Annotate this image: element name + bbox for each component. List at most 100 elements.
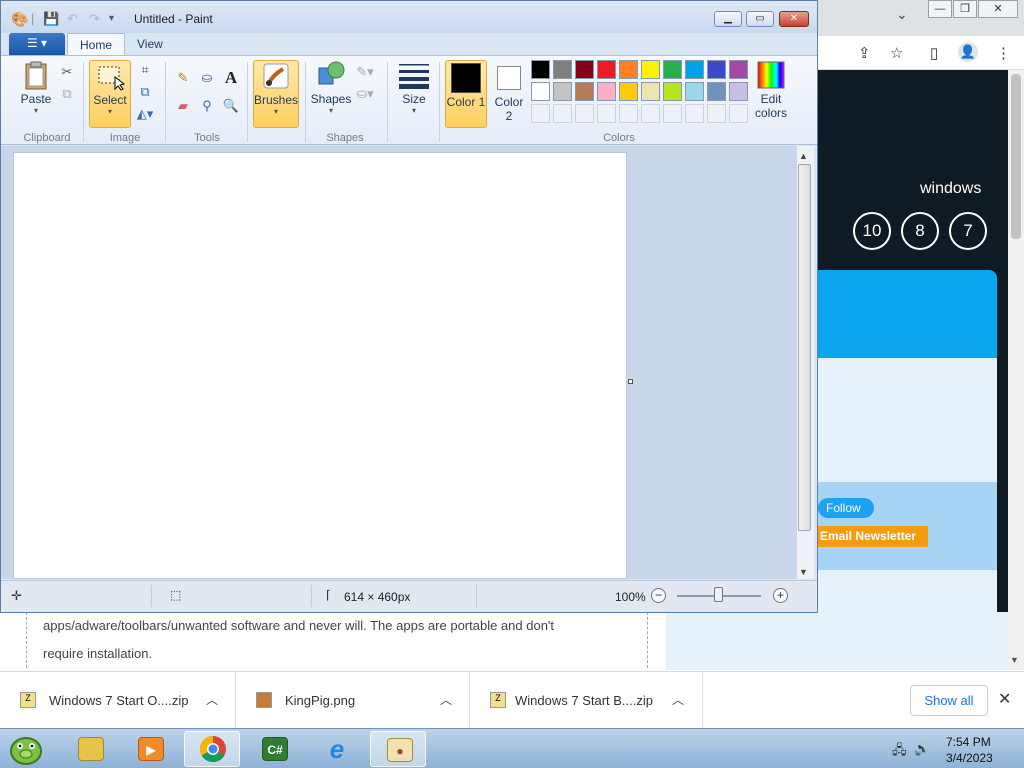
- custom-color-slot[interactable]: [641, 104, 660, 123]
- resize-icon[interactable]: ⧉: [135, 82, 155, 102]
- custom-color-slot[interactable]: [729, 104, 748, 123]
- palette-color-swatch[interactable]: [641, 82, 660, 101]
- select-button[interactable]: Select ▾: [89, 60, 131, 128]
- palette-color-swatch[interactable]: [707, 60, 726, 79]
- scroll-down-arrow-icon[interactable]: ▼: [799, 567, 808, 577]
- download-item[interactable]: KingPig.png ︿: [236, 672, 470, 729]
- custom-color-slot[interactable]: [619, 104, 638, 123]
- cut-icon[interactable]: ✂: [57, 62, 77, 82]
- show-all-downloads-button[interactable]: Show all: [910, 685, 988, 716]
- save-icon[interactable]: 💾: [43, 11, 59, 27]
- custom-color-slot[interactable]: [531, 104, 550, 123]
- palette-color-swatch[interactable]: [729, 60, 748, 79]
- clock-date[interactable]: 3/4/2023: [946, 751, 993, 765]
- palette-color-swatch[interactable]: [685, 82, 704, 101]
- palette-color-swatch[interactable]: [531, 60, 550, 79]
- paint-menu-button[interactable]: ☰ ▾: [9, 33, 65, 55]
- browser-restore-button[interactable]: ❐: [953, 0, 977, 18]
- chevron-up-icon[interactable]: ︿: [672, 691, 684, 708]
- taskbar-media-player-button[interactable]: ▶: [122, 731, 178, 767]
- scroll-down-arrow-icon[interactable]: ▼: [1010, 655, 1019, 665]
- bookmark-star-icon[interactable]: ☆: [890, 44, 903, 62]
- edit-colors-button[interactable]: Edit colors: [753, 60, 789, 120]
- start-button[interactable]: [6, 731, 46, 767]
- palette-color-swatch[interactable]: [553, 60, 572, 79]
- scroll-up-arrow-icon[interactable]: ▲: [799, 151, 808, 161]
- palette-color-swatch[interactable]: [597, 60, 616, 79]
- crop-icon[interactable]: ⌗: [135, 60, 155, 80]
- download-item[interactable]: Z Windows 7 Start O....zip ︿: [0, 672, 236, 729]
- email-newsletter-button[interactable]: Email Newsletter: [818, 526, 928, 547]
- palette-color-swatch[interactable]: [575, 82, 594, 101]
- palette-color-swatch[interactable]: [663, 82, 682, 101]
- tab-home[interactable]: Home: [67, 33, 126, 55]
- custom-color-slot[interactable]: [707, 104, 726, 123]
- pencil-icon[interactable]: ✎: [173, 68, 193, 88]
- drawing-canvas[interactable]: [13, 152, 627, 579]
- chevron-up-icon[interactable]: ︿: [206, 691, 218, 708]
- tab-view[interactable]: View: [125, 33, 175, 55]
- network-icon[interactable]: 🖧: [892, 741, 907, 763]
- size-button[interactable]: Size ▾: [395, 60, 433, 115]
- taskbar-chrome-button[interactable]: [184, 731, 240, 767]
- brushes-button[interactable]: Brushes ▾: [253, 60, 299, 128]
- volume-icon[interactable]: 🔊: [914, 741, 930, 757]
- custom-color-slot[interactable]: [597, 104, 616, 123]
- redo-icon[interactable]: ↷: [89, 11, 100, 27]
- clock-time[interactable]: 7:54 PM: [946, 735, 991, 749]
- palette-color-swatch[interactable]: [685, 60, 704, 79]
- share-icon[interactable]: ⇪: [858, 44, 871, 62]
- canvas-resize-handle[interactable]: [628, 379, 633, 384]
- palette-color-swatch[interactable]: [729, 82, 748, 101]
- text-tool-icon[interactable]: A: [221, 68, 241, 88]
- profile-avatar-icon[interactable]: 👤: [958, 42, 978, 62]
- palette-color-swatch[interactable]: [597, 82, 616, 101]
- side-panel-icon[interactable]: ▯: [930, 44, 938, 62]
- custom-color-slot[interactable]: [553, 104, 572, 123]
- browser-minimize-button[interactable]: —: [928, 0, 952, 18]
- palette-color-swatch[interactable]: [531, 82, 550, 101]
- palette-color-swatch[interactable]: [663, 60, 682, 79]
- custom-color-slot[interactable]: [685, 104, 704, 123]
- browser-scrollbar-thumb[interactable]: [1011, 74, 1021, 239]
- canvas-scrollbar-thumb[interactable]: [798, 164, 811, 531]
- download-item[interactable]: Z Windows 7 Start B....zip ︿: [470, 672, 703, 729]
- paste-button[interactable]: Paste ▾: [17, 60, 55, 115]
- palette-color-swatch[interactable]: [553, 82, 572, 101]
- magnifier-icon[interactable]: 🔍: [221, 96, 241, 116]
- custom-color-slot[interactable]: [575, 104, 594, 123]
- undo-icon[interactable]: ↶: [67, 11, 78, 27]
- version-10-link[interactable]: 10: [853, 212, 891, 250]
- zoom-out-button[interactable]: −: [651, 588, 666, 603]
- palette-color-swatch[interactable]: [619, 82, 638, 101]
- browser-close-button[interactable]: ✕: [978, 0, 1018, 18]
- tab-search-chevron-icon[interactable]: ⌄: [896, 6, 908, 23]
- taskbar-paint-button[interactable]: ●: [370, 731, 426, 767]
- paint-titlebar[interactable]: 🎨 | 💾 ↶ ↷ ▾ Untitled - Paint ▁ ▭ ✕: [1, 1, 817, 33]
- rotate-icon[interactable]: ◭▾: [135, 104, 155, 124]
- copy-icon[interactable]: ⧉: [57, 84, 77, 104]
- zoom-in-button[interactable]: +: [773, 588, 788, 603]
- taskbar-explorer-button[interactable]: [62, 731, 118, 767]
- chrome-menu-icon[interactable]: ⋮: [996, 44, 1011, 62]
- taskbar-csharp-button[interactable]: C#: [246, 731, 302, 767]
- fill-bucket-icon[interactable]: ⛀: [197, 68, 217, 88]
- shapes-button[interactable]: Shapes ▾: [309, 60, 353, 115]
- follow-button[interactable]: Follow: [818, 498, 874, 518]
- taskbar-ie-button[interactable]: e: [308, 731, 364, 767]
- paint-maximize-button[interactable]: ▭: [746, 11, 774, 27]
- custom-color-slot[interactable]: [663, 104, 682, 123]
- color2-button[interactable]: Color 2: [491, 60, 527, 123]
- palette-color-swatch[interactable]: [707, 82, 726, 101]
- palette-color-swatch[interactable]: [641, 60, 660, 79]
- fill-icon[interactable]: ⛀▾: [355, 84, 375, 104]
- eraser-icon[interactable]: ▰: [173, 96, 193, 116]
- version-8-link[interactable]: 8: [901, 212, 939, 250]
- color-picker-icon[interactable]: ⚲: [197, 96, 217, 116]
- color1-button[interactable]: Color 1: [445, 60, 487, 128]
- paint-minimize-button[interactable]: ▁: [714, 11, 742, 27]
- outline-icon[interactable]: ✎▾: [355, 62, 375, 82]
- palette-color-swatch[interactable]: [619, 60, 638, 79]
- zoom-slider-thumb[interactable]: [714, 587, 723, 602]
- version-7-link[interactable]: 7: [949, 212, 987, 250]
